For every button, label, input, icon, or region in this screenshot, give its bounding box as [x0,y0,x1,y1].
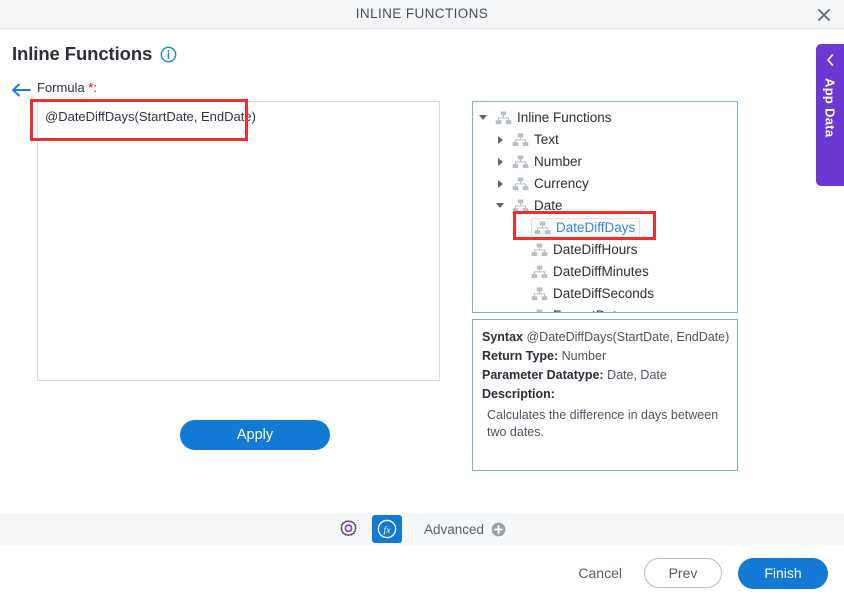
tree-item-datediffseconds[interactable]: DateDiffSeconds [473,283,737,305]
hierarchy-icon [512,177,529,191]
tree-item-label: DateDiffHours [553,242,638,257]
hierarchy-icon [531,243,548,257]
cancel-button[interactable]: Cancel [572,561,628,585]
gear-icon[interactable] [338,518,360,540]
required-marker: *: [88,80,97,95]
page-title: Inline Functions [12,43,177,65]
return-type-value: Number [561,349,607,363]
description-value: Calculates the difference in days betwee… [487,408,719,439]
formula-label-text: Formula [37,80,89,95]
dialog-footer: Cancel Prev Finish [0,552,844,594]
chevron-down-icon[interactable] [479,113,489,123]
dialog-title: INLINE FUNCTIONS [355,6,489,21]
tree-item-formatdate[interactable]: FormatDate [473,305,737,312]
fx-icon[interactable]: fx [371,515,402,543]
tree-item-content: Date [512,196,563,216]
app-data-tab-label: App Data [822,78,838,138]
tree-item-content: DateDiffMinutes [531,262,649,282]
tree-item-content: DateDiffSeconds [531,284,654,304]
hierarchy-icon [512,133,529,147]
tree-item-number[interactable]: Number [473,151,737,173]
page-title-label: Inline Functions [12,43,153,64]
plus-circle-icon[interactable] [491,522,506,537]
formula-label: Formula *: [37,80,97,95]
tree-item-content: FormatDate [531,306,624,312]
formula-input[interactable] [37,101,440,381]
tree-item-label: Inline Functions [517,110,612,125]
tree-item-content: Number [512,152,582,172]
tree-item-content: DateDiffHours [531,240,638,260]
syntax-label: Syntax [482,330,523,344]
prev-button[interactable]: Prev [644,558,722,588]
return-type-label: Return Type: [482,349,559,363]
advanced-toolbar: fx Advanced [0,513,844,545]
close-icon[interactable] [812,3,836,27]
tree-item-label: Text [534,132,559,147]
tree-item-currency[interactable]: Currency [473,173,737,195]
tree-item-inline-functions[interactable]: Inline Functions [473,107,737,129]
hierarchy-icon [534,221,551,235]
syntax-line: Syntax @DateDiffDays(StartDate, EndDate) [482,328,730,347]
parameter-datatype-label: Parameter Datatype: [482,368,604,382]
app-data-tab[interactable]: App Data [816,44,844,186]
hierarchy-icon [512,199,529,213]
parameter-datatype-value: Date, Date [607,368,667,382]
tree-item-datediffminutes[interactable]: DateDiffMinutes [473,261,737,283]
advanced-control[interactable]: Advanced [424,522,506,537]
tree-item-datediffdays[interactable]: DateDiffDays [473,217,737,239]
inline-functions-dialog: INLINE FUNCTIONS Inline Functions Formul… [0,0,844,594]
tree-item-content: Text [512,130,559,150]
tree-item-label: DateDiffMinutes [553,264,649,279]
tree-item-date[interactable]: Date [473,195,737,217]
apply-button[interactable]: Apply [180,420,330,450]
description-line: Description: [482,385,728,404]
chevron-right-icon[interactable] [496,157,506,167]
chevron-right-icon[interactable] [496,179,506,189]
hierarchy-icon [536,309,543,312]
tree-item-content: Currency [512,174,589,194]
chevron-down-icon[interactable] [496,201,506,211]
tree-item-label: DateDiffSeconds [553,286,655,301]
description-label: Description: [482,387,555,401]
syntax-description-panel: Syntax @DateDiffDays(StartDate, EndDate)… [472,319,738,471]
tree-item-datediffhours[interactable]: DateDiffHours [473,239,737,261]
tree-item-text[interactable]: Text [473,129,737,151]
parameter-datatype-line: Parameter Datatype: Date, Date [482,366,728,385]
tree-item-content: Inline Functions [495,108,612,128]
tree-item-content: DateDiffDays [531,217,641,239]
finish-button[interactable]: Finish [738,557,828,589]
tree-item-label: FormatDate [553,306,624,312]
tree-item-label: Number [534,154,583,169]
return-type-line: Return Type: Number [482,347,728,366]
hierarchy-icon [495,111,512,125]
hierarchy-icon [531,287,548,301]
chevron-right-icon[interactable] [496,135,506,145]
tree-item-label: DateDiffDays [556,220,636,235]
tree-item-label: Date [534,198,563,213]
info-icon[interactable] [160,46,177,63]
hierarchy-icon [531,265,548,279]
function-tree-panel[interactable]: Inline Functions Text Number Currency Date Da… [472,101,738,313]
svg-text:fx: fx [384,525,392,536]
chevron-left-icon [826,54,835,68]
advanced-label: Advanced [423,521,485,537]
tree-item-label: Currency [534,176,589,191]
dialog-titlebar: INLINE FUNCTIONS [0,0,844,29]
syntax-value: @DateDiffDays(StartDate, EndDate) [526,330,730,344]
hierarchy-icon [512,155,529,169]
